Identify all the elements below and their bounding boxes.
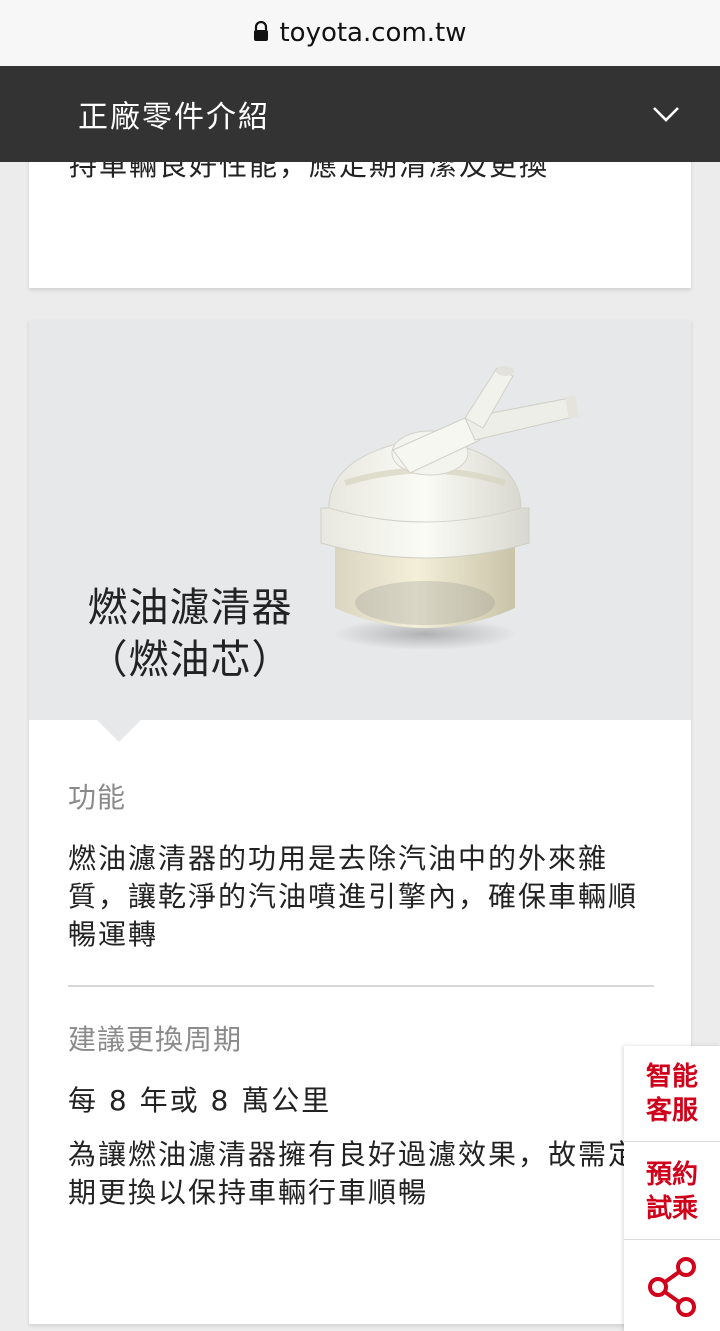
section-divider — [68, 985, 654, 987]
function-label: 功能 — [68, 781, 127, 814]
share-icon — [648, 1256, 696, 1317]
function-text: 燃油濾清器的功用是去除汽油中的外來雜質，讓乾淨的汽油噴進引擎內，確保車輛順暢運轉 — [68, 842, 639, 951]
part-name-line1: 燃油濾清器 — [87, 585, 293, 631]
lock-icon — [254, 21, 269, 41]
part-hero: 燃油濾清器 （燃油芯） — [29, 320, 691, 720]
page-title: 正廠零件介紹 — [78, 100, 270, 135]
interval-value: 每 8 年或 8 萬公里 — [68, 1084, 332, 1117]
section-header[interactable]: 正廠零件介紹 — [0, 66, 720, 162]
part-name: 燃油濾清器 （燃油芯） — [75, 582, 305, 686]
test-drive-label: 預約試乘 — [645, 1159, 698, 1224]
interval-note: 為讓燃油濾清器擁有良好過濾效果，故需定期更換以保持車輛行車順暢 — [68, 1138, 639, 1209]
smart-service-button[interactable]: 智能客服 — [624, 1046, 720, 1142]
interval-label: 建議更換周期 — [68, 1023, 243, 1056]
smart-service-label: 智能客服 — [645, 1061, 698, 1126]
test-drive-button[interactable]: 預約試乘 — [624, 1144, 720, 1240]
floating-side-menu: 智能客服 預約試乘 — [624, 1046, 720, 1331]
address-bar[interactable]: toyota.com.tw — [0, 0, 720, 66]
share-button[interactable] — [624, 1242, 720, 1331]
fuel-filter-image — [320, 366, 579, 650]
hero-pointer — [97, 720, 141, 742]
chevron-down-icon[interactable] — [652, 105, 680, 123]
url-text: toyota.com.tw — [279, 18, 467, 48]
part-card: 燃油濾清器 （燃油芯） 功能 燃油濾清器的功用是去除汽油中的外來雜質，讓乾淨的汽… — [29, 320, 691, 1324]
part-name-line2: （燃油芯） — [87, 637, 293, 683]
